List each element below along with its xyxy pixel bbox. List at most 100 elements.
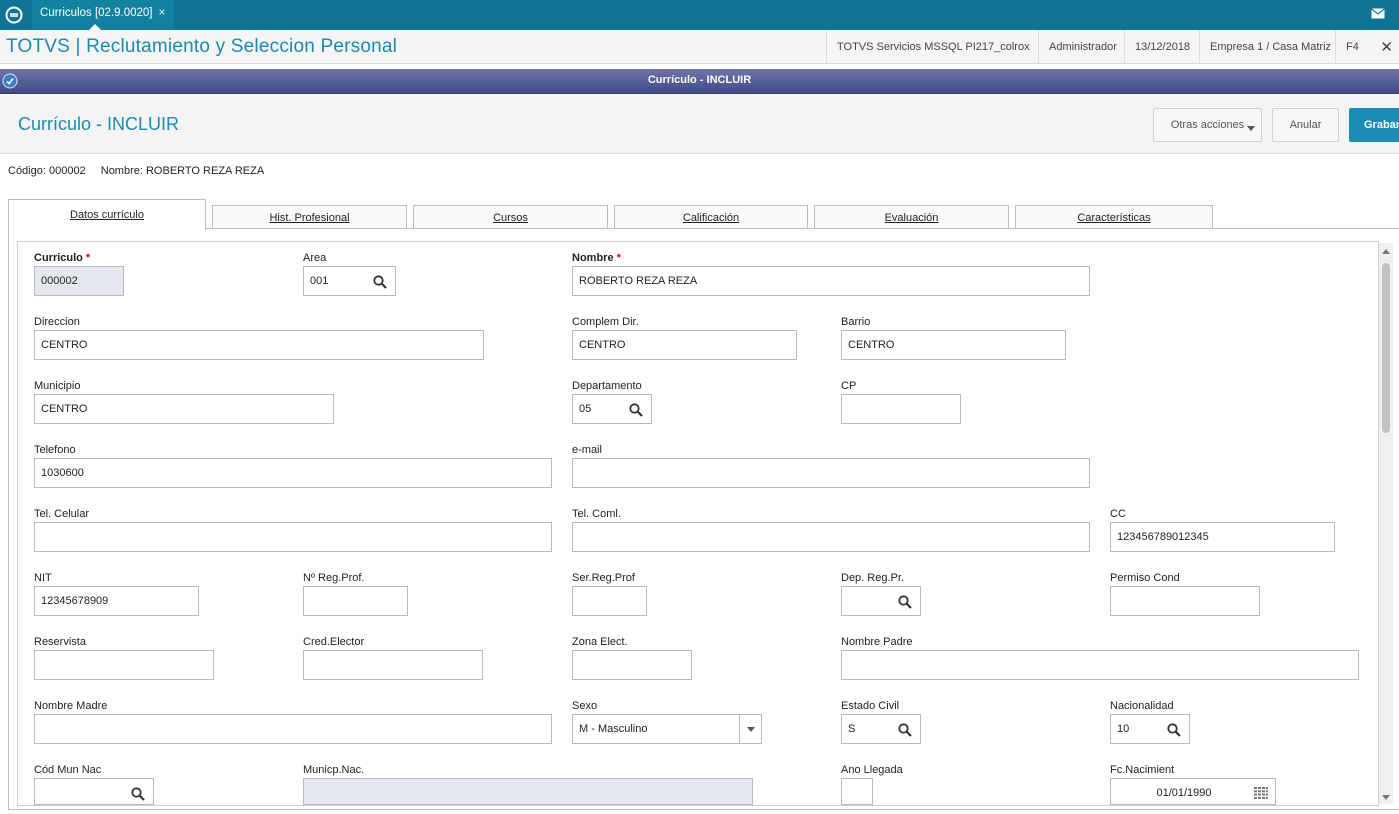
cp-label: CP	[841, 380, 857, 392]
estado-civil-label: Estado Civil	[841, 700, 900, 712]
tel-celular-field[interactable]	[34, 522, 552, 552]
search-icon[interactable]	[898, 723, 912, 737]
telefono-label: Telefono	[34, 444, 76, 456]
window-title: Currículo - INCLUIR	[647, 74, 752, 86]
curriculo-field: 000002	[34, 266, 124, 296]
no-reg-prof-field[interactable]	[303, 586, 408, 616]
record-name: Nombre: ROBERTO REZA REZA	[100, 165, 265, 177]
search-icon[interactable]	[373, 275, 387, 289]
chevron-down-icon	[747, 727, 755, 732]
nombre-padre-field[interactable]	[841, 650, 1359, 680]
top-tab-bar: Curriculos [02.9.0020] ×	[0, 0, 1399, 30]
record-code: Código: 000002	[8, 165, 86, 177]
company-label[interactable]: Empresa 1 / Casa Matriz	[1199, 30, 1341, 64]
save-button[interactable]: Grabar	[1349, 108, 1399, 142]
tab-calificacion[interactable]: Calificación	[614, 205, 808, 229]
totvs-logo-icon[interactable]	[5, 6, 23, 24]
estado-civil-field[interactable]: S	[841, 714, 921, 744]
cp-field[interactable]	[841, 394, 961, 424]
cancel-button[interactable]: Anular	[1272, 108, 1339, 142]
close-tab-icon[interactable]: ×	[159, 5, 166, 19]
nit-field[interactable]: 12345678909	[34, 586, 199, 616]
departamento-label: Departamento	[572, 380, 642, 392]
permiso-cond-field[interactable]	[1110, 586, 1260, 616]
date-label: 13/12/2018	[1124, 30, 1200, 64]
ser-reg-prof-label: Ser.Reg.Prof	[572, 572, 635, 584]
shortcut-f4[interactable]: F4	[1335, 30, 1369, 64]
direccion-field[interactable]: CENTRO	[34, 330, 484, 360]
tab-datos-curriculo[interactable]: Datos currículo	[8, 199, 206, 230]
municipio-field[interactable]: CENTRO	[34, 394, 334, 424]
search-icon[interactable]	[1167, 723, 1181, 737]
tab-caracteristicas[interactable]: Características	[1015, 205, 1213, 229]
nacionalidad-field[interactable]: 10	[1110, 714, 1190, 744]
area-label: Area	[303, 252, 327, 264]
municipio-label: Municipio	[34, 380, 81, 392]
mail-icon[interactable]	[1371, 8, 1385, 19]
telefono-field[interactable]: 1030600	[34, 458, 552, 488]
search-icon[interactable]	[131, 787, 145, 801]
email-field[interactable]	[572, 458, 1090, 488]
tab-cursos[interactable]: Cursos	[413, 205, 608, 229]
tab-hist-profesional[interactable]: Hist. Profesional	[212, 205, 407, 229]
no-reg-prof-label: Nº Reg.Prof.	[303, 572, 365, 584]
sexo-select[interactable]: M - Masculino	[572, 714, 762, 744]
barrio-field[interactable]: CENTRO	[841, 330, 1066, 360]
reservista-label: Reservista	[34, 636, 86, 648]
dep-reg-pr-field[interactable]	[841, 586, 921, 616]
cred-elector-field[interactable]	[303, 650, 483, 680]
nit-label: NIT	[34, 572, 52, 584]
reservista-field[interactable]	[34, 650, 214, 680]
complem-dir-label: Complem Dir.	[572, 316, 639, 328]
app-tab[interactable]: Curriculos [02.9.0020] ×	[32, 0, 174, 30]
scroll-up-icon[interactable]	[1382, 249, 1390, 254]
fc-nacimient-field[interactable]: 01/01/1990	[1110, 778, 1276, 805]
nacionalidad-label: Nacionalidad	[1110, 700, 1174, 712]
calendar-icon[interactable]	[1254, 787, 1268, 799]
zona-elect-field[interactable]	[572, 650, 692, 680]
page-header: Currículo - INCLUIR Otras acciones Anula…	[0, 95, 1399, 154]
nombre-field[interactable]: ROBERTO REZA REZA	[572, 266, 1090, 296]
complem-dir-field[interactable]: CENTRO	[572, 330, 797, 360]
cc-field[interactable]: 123456789012345	[1110, 522, 1335, 552]
tab-evaluacion[interactable]: Evaluación	[814, 205, 1009, 229]
ser-reg-prof-field[interactable]	[572, 586, 647, 616]
cred-elector-label: Cred.Elector	[303, 636, 365, 648]
search-icon[interactable]	[629, 403, 643, 417]
environment-label: TOTVS Servicios MSSQL PI217_colrox	[826, 30, 1040, 64]
municp-nac-label: Municp.Nac.	[303, 764, 365, 776]
app-tab-label: Curriculos [02.9.0020]	[40, 7, 153, 19]
nombre-madre-label: Nombre Madre	[34, 700, 108, 712]
fc-nacimient-label: Fc.Nacimient	[1110, 764, 1175, 776]
municp-nac-field	[303, 778, 753, 805]
nombre-padre-label: Nombre Padre	[841, 636, 913, 648]
barrio-label: Barrio	[841, 316, 871, 328]
tel-coml-field[interactable]	[572, 522, 1090, 552]
close-app-icon[interactable]: ✕	[1380, 38, 1393, 56]
cod-mun-nac-field[interactable]	[34, 778, 154, 805]
search-icon[interactable]	[898, 595, 912, 609]
app-title: TOTVS | Reclutamiento y Seleccion Person…	[6, 36, 398, 57]
direccion-label: Direccion	[34, 316, 80, 328]
departamento-field[interactable]: 05	[572, 394, 652, 424]
chevron-down-icon	[1247, 126, 1255, 131]
area-field[interactable]: 001	[303, 266, 396, 296]
ano-llegada-label: Ano Llegada	[841, 764, 903, 776]
scroll-thumb[interactable]	[1382, 263, 1390, 433]
sexo-label: Sexo	[572, 700, 598, 712]
dep-reg-pr-label: Dep. Reg.Pr.	[841, 572, 904, 584]
tel-coml-label: Tel. Coml.	[572, 508, 621, 520]
other-actions-button[interactable]: Otras acciones	[1153, 108, 1262, 142]
curriculo-label: Curriculo *	[34, 252, 91, 264]
app-header: TOTVS | Reclutamiento y Seleccion Person…	[0, 30, 1399, 64]
user-label: Administrador	[1038, 30, 1127, 64]
dropdown-button[interactable]	[739, 715, 761, 743]
other-actions-label: Otras acciones	[1170, 119, 1245, 131]
scroll-down-icon[interactable]	[1382, 795, 1390, 800]
nombre-label: Nombre *	[572, 252, 621, 264]
nombre-madre-field[interactable]	[34, 714, 552, 744]
vertical-scrollbar[interactable]	[1379, 243, 1393, 804]
cod-mun-nac-label: Cód Mun Nac	[34, 764, 102, 776]
page-title: Currículo - INCLUIR	[18, 114, 180, 134]
ano-llegada-field[interactable]	[841, 778, 873, 805]
